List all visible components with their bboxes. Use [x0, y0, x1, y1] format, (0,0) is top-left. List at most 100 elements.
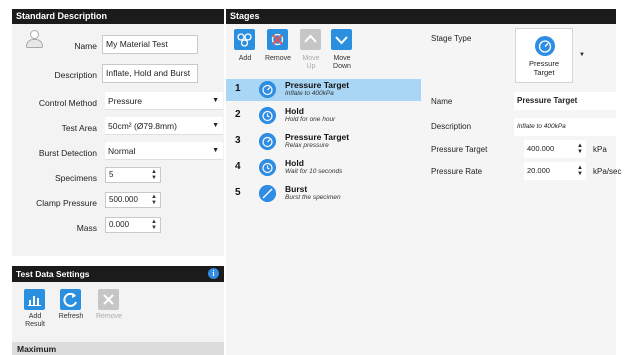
stage-type-label: Stage Type — [431, 34, 472, 43]
stage-type-select[interactable]: Pressure Target — [515, 28, 573, 83]
pressure-gauge-icon — [259, 81, 276, 98]
burst-detection-value: Normal — [108, 146, 136, 156]
description-input[interactable]: Inflate, Hold and Burst — [102, 64, 198, 83]
chevron-down-icon — [335, 36, 348, 45]
stage-subtitle: Inflate to 400kPa — [285, 90, 334, 97]
mass-value: 0.000 — [109, 220, 130, 229]
spinner-arrows-icon[interactable]: ▲ ▼ — [151, 194, 157, 206]
stage-title: Burst — [285, 184, 308, 194]
clamp-pressure-label: Clamp Pressure — [36, 198, 97, 208]
specimens-value: 5 — [109, 170, 114, 179]
stage-row[interactable]: 4 Hold Wait for 10 seconds — [226, 157, 421, 179]
stage-title: Hold — [285, 106, 304, 116]
stage-number: 3 — [235, 135, 241, 146]
spinner-arrows-icon[interactable]: ▲ ▼ — [577, 165, 583, 177]
spinner-arrows-icon[interactable]: ▲ ▼ — [151, 169, 157, 181]
pressure-gauge-icon — [259, 133, 276, 150]
add-result-label-line1: Add — [28, 313, 42, 320]
remove-result-label: Remove — [95, 313, 123, 320]
pressure-rate-value: 20.000 — [527, 166, 550, 175]
burst-detection-label: Burst Detection — [38, 148, 97, 158]
chevron-up-icon — [304, 34, 317, 43]
stage-subtitle: Burst the specimen — [285, 194, 341, 201]
test-data-settings-header: Test Data Settings i — [12, 266, 224, 282]
control-method-select[interactable]: Pressure ▼ — [105, 92, 223, 110]
stage-subtitle: Wait for 10 seconds — [285, 168, 343, 175]
clamp-pressure-stepper[interactable]: 500.000 ▲ ▼ — [105, 192, 161, 208]
dropdown-caret-icon: ▼ — [212, 97, 219, 104]
spinner-arrows-icon[interactable]: ▲ ▼ — [577, 143, 583, 155]
stage-number: 1 — [235, 83, 241, 94]
timer-icon — [259, 159, 276, 176]
spinner-arrows-icon[interactable]: ▲ ▼ — [151, 219, 157, 231]
stage-title: Hold — [285, 158, 304, 168]
move-up-label-line2: Up — [306, 63, 316, 70]
stage-name-input[interactable]: Pressure Target — [514, 92, 616, 110]
description-label: Description — [54, 70, 97, 80]
add-result-label-line2: Result — [25, 321, 45, 328]
stage-description-input[interactable]: Inflate to 400kPa — [514, 118, 616, 136]
dropdown-caret-icon[interactable]: ▼ — [579, 52, 585, 58]
move-down-label-line1: Move — [333, 55, 351, 62]
add-stage-button[interactable] — [234, 29, 255, 50]
close-icon — [103, 294, 114, 305]
pressure-rate-stepper[interactable]: 20.000 ▲ ▼ — [524, 162, 586, 180]
pressure-target-label: Pressure Target — [431, 145, 488, 154]
info-icon[interactable]: i — [208, 268, 219, 279]
move-down-label: Move Down — [325, 55, 359, 71]
remove-stage-button[interactable] — [267, 29, 288, 50]
add-result-button[interactable] — [24, 289, 45, 310]
control-method-value: Pressure — [108, 96, 143, 106]
move-up-label-line1: Move — [302, 55, 320, 62]
stages-header: Stages — [226, 9, 616, 24]
dropdown-caret-icon: ▼ — [212, 147, 219, 154]
stage-number: 4 — [235, 161, 241, 172]
stage-type-value-line1: Pressure — [528, 59, 559, 68]
pressure-gauge-icon — [535, 36, 555, 56]
stage-title: Pressure Target — [285, 132, 350, 142]
add-stage-icon — [237, 33, 252, 47]
clamp-pressure-value: 500.000 — [109, 195, 138, 204]
name-label: Name — [74, 41, 97, 51]
bar-chart-icon — [28, 296, 41, 306]
stage-row[interactable]: 2 Hold Hold for one hour — [226, 105, 421, 127]
pressure-target-unit: kPa — [593, 145, 607, 154]
specimens-stepper[interactable]: 5 ▲ ▼ — [105, 167, 161, 183]
pressure-target-stepper[interactable]: 400.000 ▲ ▼ — [524, 140, 586, 158]
remove-stage-label: Remove — [264, 55, 292, 62]
test-data-settings-title: Test Data Settings — [16, 269, 90, 279]
stage-subtitle: Hold for one hour — [285, 116, 336, 123]
move-up-button[interactable] — [300, 29, 321, 50]
timer-icon — [259, 107, 276, 124]
stage-number: 5 — [235, 187, 241, 198]
test-area-label: Test Area — [61, 123, 97, 133]
maximum-section-header: Maximum — [12, 342, 224, 355]
stage-description-label: Description — [431, 122, 472, 131]
stage-number: 2 — [235, 109, 241, 120]
add-result-label: Add Result — [18, 313, 52, 329]
standard-description-header: Standard Description — [12, 9, 224, 24]
stage-subtitle: Relax pressure — [285, 142, 329, 149]
move-down-button[interactable] — [331, 29, 352, 50]
pressure-rate-unit: kPa/sec — [593, 167, 622, 176]
pressure-rate-label: Pressure Rate — [431, 167, 483, 176]
stage-title: Pressure Target — [285, 80, 350, 90]
refresh-button[interactable] — [60, 289, 81, 310]
stage-row[interactable]: 1 Pressure Target Inflate to 400kPa — [226, 79, 421, 101]
specimens-label: Specimens — [54, 173, 97, 183]
dropdown-caret-icon: ▼ — [212, 122, 219, 129]
remove-stage-icon — [271, 33, 284, 46]
test-area-select[interactable]: 50cm² (Ø79.8mm) ▼ — [105, 117, 223, 135]
stage-row[interactable]: 5 Burst Burst the specimen — [226, 183, 421, 205]
stage-type-value: Pressure Target — [516, 59, 572, 77]
remove-result-button[interactable] — [98, 289, 119, 310]
stage-list: 1 Pressure Target Inflate to 400kPa 2 Ho… — [226, 77, 421, 355]
refresh-icon — [63, 292, 77, 307]
mass-label: Mass — [76, 223, 97, 233]
burst-detection-select[interactable]: Normal ▼ — [105, 142, 223, 160]
name-input[interactable]: My Material Test — [102, 35, 198, 54]
refresh-label: Refresh — [58, 313, 84, 320]
stage-row[interactable]: 3 Pressure Target Relax pressure — [226, 131, 421, 153]
stage-name-label: Name — [431, 97, 453, 106]
mass-stepper[interactable]: 0.000 ▲ ▼ — [105, 217, 161, 233]
